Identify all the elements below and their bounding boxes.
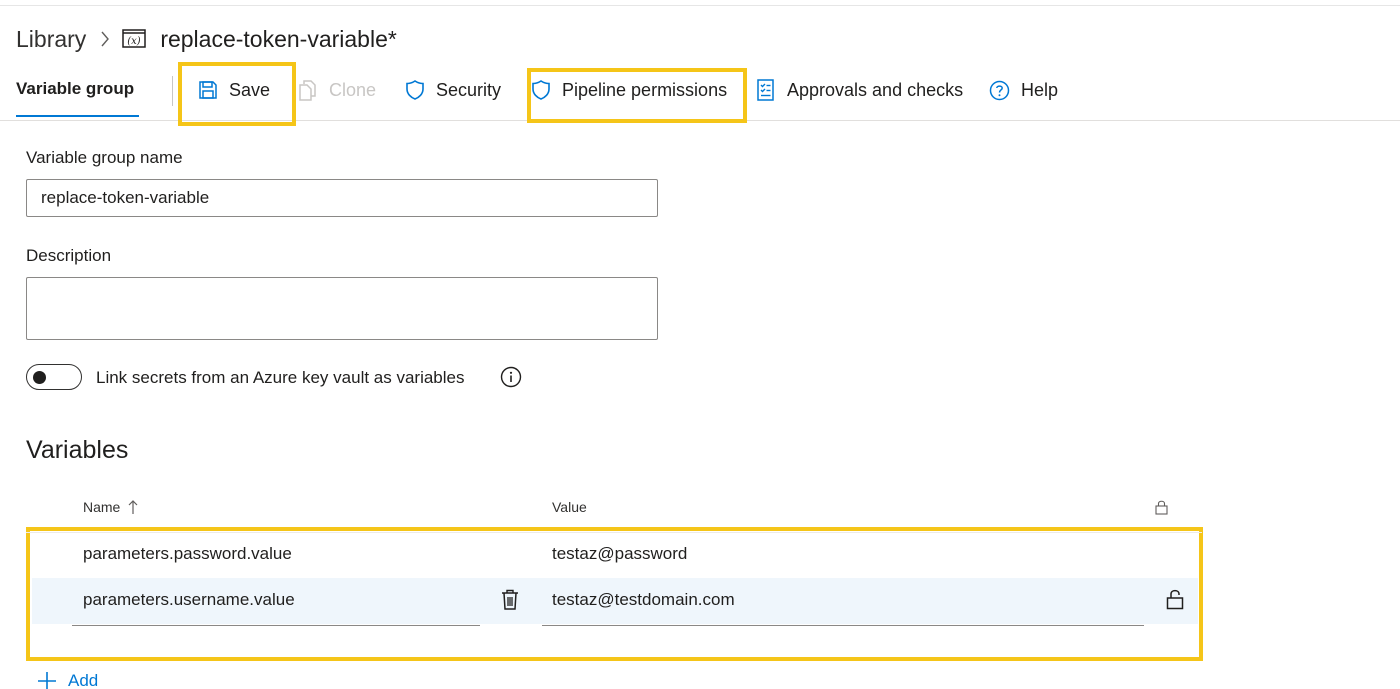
pipeline-permissions-button[interactable]: Pipeline permissions xyxy=(531,78,727,102)
sort-up-icon xyxy=(128,500,138,514)
column-header-value-label: Value xyxy=(552,499,587,515)
page-title: replace-token-variable* xyxy=(160,25,397,52)
description-label: Description xyxy=(26,246,112,265)
name-field-underline xyxy=(72,625,480,626)
info-icon[interactable] xyxy=(500,366,522,388)
security-button[interactable]: Security xyxy=(405,78,501,102)
variable-icon: (x) xyxy=(122,29,147,48)
lock-icon xyxy=(1155,500,1168,515)
tab-variable-group[interactable]: Variable group xyxy=(16,79,134,99)
column-header-name[interactable]: Name xyxy=(83,499,138,515)
variable-value-cell[interactable]: testaz@testdomain.com xyxy=(552,590,735,610)
approvals-checks-button[interactable]: Approvals and checks xyxy=(756,78,963,102)
variable-group-name-label: Variable group name xyxy=(26,148,183,167)
value-field-underline xyxy=(542,625,1144,626)
chevron-right-icon xyxy=(100,31,110,47)
top-divider xyxy=(0,5,1400,6)
breadcrumb-library-link[interactable]: Library xyxy=(16,26,86,53)
lock-icon[interactable] xyxy=(1166,588,1184,610)
save-button-label: Save xyxy=(229,79,271,100)
clone-icon xyxy=(299,80,316,101)
add-variable-label: Add xyxy=(68,671,99,689)
variable-name-cell[interactable]: parameters.username.value xyxy=(83,590,295,610)
toggle-knob xyxy=(33,371,46,384)
variables-heading: Variables xyxy=(26,436,129,464)
pipeline-permissions-label: Pipeline permissions xyxy=(562,79,728,100)
plus-icon xyxy=(38,672,56,689)
keyvault-toggle[interactable] xyxy=(26,364,82,390)
table-row[interactable]: parameters.username.value testaz@testdom… xyxy=(32,578,1198,626)
clone-button-label: Clone xyxy=(329,79,377,100)
breadcrumb: Library (x) replace-token-variable* xyxy=(16,24,397,54)
toolbar-divider xyxy=(172,76,173,106)
toolbar: Variable group Save Clone Security Pipel… xyxy=(0,66,1400,121)
save-icon xyxy=(199,81,217,99)
add-variable-button[interactable]: Add xyxy=(36,670,98,689)
save-button[interactable]: Save xyxy=(198,78,270,102)
security-button-label: Security xyxy=(436,79,502,100)
column-header-value[interactable]: Value xyxy=(552,499,587,515)
help-icon xyxy=(989,80,1010,100)
variable-value-cell[interactable]: testaz@password xyxy=(552,544,687,564)
checklist-icon xyxy=(757,79,774,101)
shield-icon xyxy=(406,80,424,100)
approvals-checks-label: Approvals and checks xyxy=(787,79,964,100)
trash-icon[interactable] xyxy=(501,589,519,611)
variable-name-cell[interactable]: parameters.password.value xyxy=(83,544,292,564)
help-button[interactable]: Help xyxy=(989,78,1058,102)
clone-button[interactable]: Clone xyxy=(298,78,376,102)
description-input[interactable] xyxy=(26,277,658,340)
table-row[interactable]: parameters.password.value testaz@passwor… xyxy=(32,532,1198,578)
shield-icon xyxy=(532,80,550,100)
help-button-label: Help xyxy=(1021,79,1059,100)
svg-text:(x): (x) xyxy=(128,36,142,47)
keyvault-toggle-label: Link secrets from an Azure key vault as … xyxy=(96,368,465,387)
variable-group-name-input[interactable] xyxy=(26,179,658,217)
tab-selected-indicator xyxy=(16,115,139,117)
column-header-name-label: Name xyxy=(83,499,121,515)
